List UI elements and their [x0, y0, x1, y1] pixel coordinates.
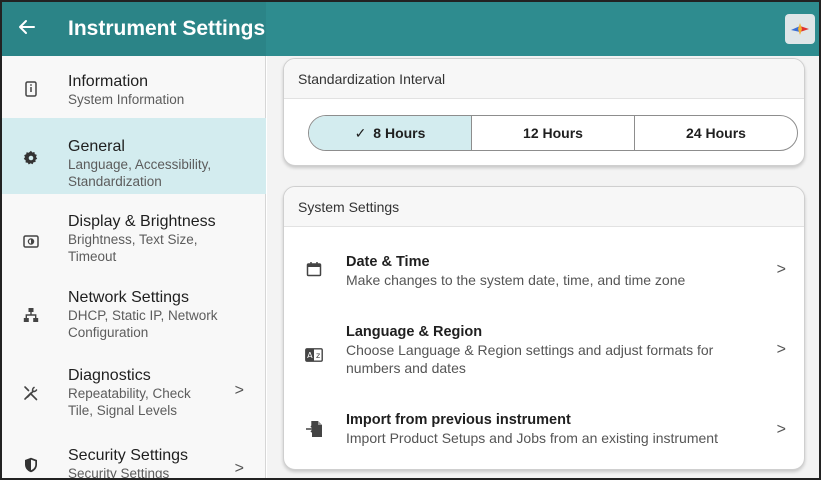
chevron-right-icon: > — [776, 421, 786, 438]
sidebar-item-title: Diagnostics — [68, 367, 151, 384]
app-bar: Instrument Settings — [2, 2, 819, 56]
row-subtitle: Import Product Setups and Jobs from an e… — [346, 430, 718, 446]
import-icon — [304, 419, 324, 439]
page-title: Instrument Settings — [68, 17, 266, 40]
info-icon — [22, 80, 40, 98]
interval-option-8-hours[interactable]: ✓ 8 Hours — [309, 116, 472, 150]
system-settings-card: System Settings Date & Time Make changes… — [283, 186, 805, 470]
sidebar-item-subtitle: DHCP, Static IP, Network Configuration — [68, 308, 218, 340]
card-header: Standardization Interval — [284, 59, 804, 99]
settings-sidebar: Information System Information General L… — [2, 56, 266, 478]
display-icon — [22, 232, 40, 250]
interval-segmented-control: ✓ 8 Hours 12 Hours 24 Hours — [308, 115, 798, 151]
import-previous-instrument-row[interactable]: Import from previous instrument Import P… — [284, 401, 804, 461]
sidebar-item-title: Information — [68, 73, 149, 90]
sidebar-item-diagnostics[interactable]: Diagnostics Repeatability, Check Tile, S… — [2, 358, 266, 430]
row-title: Date & Time — [346, 254, 430, 270]
arrow-left-icon — [17, 17, 37, 42]
interval-option-label: 12 Hours — [523, 125, 583, 141]
svg-text:A: A — [307, 351, 313, 360]
gear-icon — [22, 149, 40, 167]
interval-option-24-hours[interactable]: 24 Hours — [635, 116, 797, 150]
standardization-interval-card: Standardization Interval ✓ 8 Hours 12 Ho… — [283, 58, 805, 166]
check-icon: ✓ — [354, 124, 367, 141]
sidebar-item-subtitle: Repeatability, Check Tile, Signal Levels — [68, 386, 191, 418]
chevron-right-icon: > — [234, 460, 244, 477]
sidebar-item-security-settings[interactable]: Security Settings Security Settings > — [2, 436, 266, 478]
sidebar-item-general[interactable]: General Language, Accessibility, Standar… — [2, 118, 266, 194]
title-area: Instrument Settings — [2, 2, 266, 56]
card-header: System Settings — [284, 187, 804, 227]
sidebar-item-title: Display & Brightness — [68, 213, 216, 230]
chevron-right-icon: > — [776, 261, 786, 278]
shield-icon — [22, 456, 40, 474]
interval-option-label: 8 Hours — [373, 125, 426, 141]
sidebar-item-subtitle: Brightness, Text Size, Timeout — [68, 232, 198, 264]
brand-logo-icon — [785, 14, 815, 44]
tools-icon — [22, 384, 40, 402]
sidebar-item-title: Network Settings — [68, 289, 189, 306]
back-button[interactable] — [2, 2, 52, 56]
interval-option-12-hours[interactable]: 12 Hours — [472, 116, 635, 150]
main-content: Standardization Interval ✓ 8 Hours 12 Ho… — [267, 56, 819, 478]
sidebar-item-display-brightness[interactable]: Display & Brightness Brightness, Text Si… — [2, 204, 266, 276]
chevron-right-icon: > — [776, 341, 786, 358]
row-subtitle: Make changes to the system date, time, a… — [346, 272, 686, 288]
sidebar-item-title: General — [68, 138, 125, 155]
row-title: Import from previous instrument — [346, 412, 571, 428]
sidebar-item-subtitle: Security Settings — [68, 466, 170, 480]
sidebar-item-subtitle: System Information — [68, 92, 185, 107]
row-subtitle: Choose Language & Region settings and ad… — [346, 342, 714, 376]
network-icon — [22, 306, 40, 324]
app-window: Instrument Settings Information System I… — [0, 0, 821, 480]
row-title: Language & Region — [346, 324, 483, 340]
sidebar-item-network-settings[interactable]: Network Settings DHCP, Static IP, Networ… — [2, 280, 266, 350]
language-region-row[interactable]: Az Language & Region Choose Language & R… — [284, 315, 804, 387]
sidebar-item-information[interactable]: Information System Information — [2, 56, 266, 118]
language-icon: Az — [304, 345, 324, 365]
svg-text:z: z — [316, 351, 320, 360]
sidebar-item-title: Security Settings — [68, 447, 189, 464]
date-time-row[interactable]: Date & Time Make changes to the system d… — [284, 241, 804, 301]
interval-option-label: 24 Hours — [686, 125, 746, 141]
sidebar-item-subtitle: Language, Accessibility, Standardization — [68, 157, 212, 189]
chevron-right-icon: > — [234, 382, 244, 399]
calendar-icon — [304, 259, 324, 279]
